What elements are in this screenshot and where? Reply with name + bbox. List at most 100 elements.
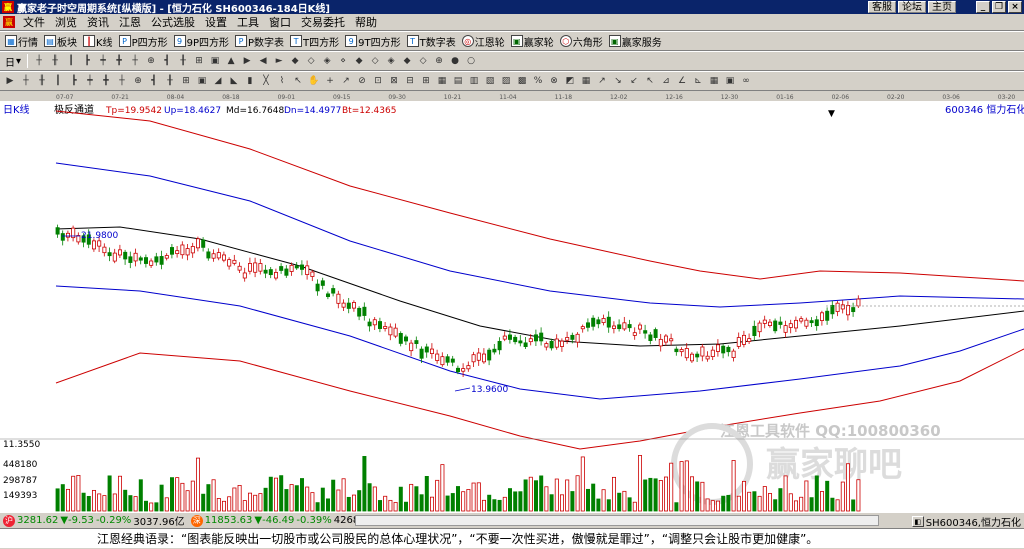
menu-gann[interactable]: 江恩 bbox=[114, 14, 146, 31]
drawing-tool-28-icon[interactable]: ▤ bbox=[451, 74, 465, 88]
drawing-tool-12-icon[interactable]: ▣ bbox=[195, 74, 209, 88]
menu-info[interactable]: 资讯 bbox=[82, 14, 114, 31]
drawing-tool-23-icon[interactable]: ⊡ bbox=[371, 74, 385, 88]
drawing-tool-13-icon[interactable]: ◢ bbox=[211, 74, 225, 88]
drawing-tool-16-icon[interactable]: ╳ bbox=[259, 74, 273, 88]
service-button[interactable]: ▣ 赢家服务 bbox=[606, 32, 665, 50]
period-tool-16-icon[interactable]: ◆ bbox=[288, 54, 302, 68]
drawing-tool-2-icon[interactable]: ╫ bbox=[35, 74, 49, 88]
close-button[interactable]: × bbox=[1008, 1, 1022, 13]
drawing-tool-24-icon[interactable]: ⊠ bbox=[387, 74, 401, 88]
period-select[interactable]: 日 ▾ bbox=[2, 52, 24, 70]
drawing-tool-40-icon[interactable]: ↖ bbox=[643, 74, 657, 88]
menu-tools[interactable]: 工具 bbox=[232, 14, 264, 31]
period-tool-20-icon[interactable]: ◆ bbox=[352, 54, 366, 68]
drawing-tool-8-icon[interactable]: ⊕ bbox=[131, 74, 145, 88]
menu-trade[interactable]: 交易委托 bbox=[296, 14, 350, 31]
shanghai-index[interactable]: 沪 3281.62 ▼-9.53 -0.29% 3037.96亿 bbox=[0, 513, 188, 528]
t-number-button[interactable]: T T数字表 bbox=[404, 32, 459, 50]
period-tool-15-icon[interactable]: ► bbox=[272, 54, 286, 68]
drawing-tool-0-icon[interactable]: ▶ bbox=[3, 74, 17, 88]
drawing-tool-33-icon[interactable]: % bbox=[531, 74, 545, 88]
drawing-tool-32-icon[interactable]: ▩ bbox=[515, 74, 529, 88]
period-tool-23-icon[interactable]: ◆ bbox=[400, 54, 414, 68]
quotes-button[interactable]: ▦ 行情 bbox=[2, 32, 41, 50]
drawing-tool-27-icon[interactable]: ▦ bbox=[435, 74, 449, 88]
period-tool-13-icon[interactable]: ▶ bbox=[240, 54, 254, 68]
drawing-tool-14-icon[interactable]: ◣ bbox=[227, 74, 241, 88]
period-tool-11-icon[interactable]: ▣ bbox=[208, 54, 222, 68]
period-tool-6-icon[interactable]: ┼ bbox=[128, 54, 142, 68]
period-tool-1-icon[interactable]: ╫ bbox=[48, 54, 62, 68]
period-tool-9-icon[interactable]: ╂ bbox=[176, 54, 190, 68]
sector-button[interactable]: ▤ 板块 bbox=[41, 32, 80, 50]
chart-area[interactable]: 07-07 07-21 08-04 08-18 09-01 09-15 09-30 10-21… bbox=[0, 91, 1024, 512]
drawing-tool-21-icon[interactable]: ↗ bbox=[339, 74, 353, 88]
menu-formula[interactable]: 公式选股 bbox=[146, 14, 200, 31]
menu-browse[interactable]: 浏览 bbox=[50, 14, 82, 31]
period-tool-25-icon[interactable]: ⊕ bbox=[432, 54, 446, 68]
drawing-tool-4-icon[interactable]: ┣ bbox=[67, 74, 81, 88]
drawing-tool-42-icon[interactable]: ∠ bbox=[675, 74, 689, 88]
period-tool-21-icon[interactable]: ◇ bbox=[368, 54, 382, 68]
connection-icon[interactable]: ◧ bbox=[911, 516, 924, 527]
period-tool-4-icon[interactable]: ┿ bbox=[96, 54, 110, 68]
gann-wheel-button[interactable]: ◎ 江恩轮 bbox=[459, 32, 508, 50]
drawing-tool-34-icon[interactable]: ⊗ bbox=[547, 74, 561, 88]
period-tool-27-icon[interactable]: ○ bbox=[464, 54, 478, 68]
p-square-button[interactable]: P P四方形 bbox=[116, 32, 171, 50]
customer-service-link[interactable]: 客服 bbox=[868, 1, 896, 13]
menu-file[interactable]: 文件 bbox=[18, 14, 50, 31]
drawing-tool-11-icon[interactable]: ⊞ bbox=[179, 74, 193, 88]
drawing-tool-22-icon[interactable]: ⊘ bbox=[355, 74, 369, 88]
menu-window[interactable]: 窗口 bbox=[264, 14, 296, 31]
drawing-tool-10-icon[interactable]: ╂ bbox=[163, 74, 177, 88]
9t-square-button[interactable]: 9 9T四方形 bbox=[342, 32, 403, 50]
drawing-tool-26-icon[interactable]: ⊞ bbox=[419, 74, 433, 88]
drawing-tool-46-icon[interactable]: ∞ bbox=[739, 74, 753, 88]
drawing-tool-45-icon[interactable]: ▣ bbox=[723, 74, 737, 88]
period-tool-3-icon[interactable]: ┣ bbox=[80, 54, 94, 68]
shenzhen-index[interactable]: 深 11853.63 ▼-46.49 -0.39% 4268.7 bbox=[188, 514, 372, 527]
forum-link[interactable]: 论坛 bbox=[898, 1, 926, 13]
drawing-tool-3-icon[interactable]: ┃ bbox=[51, 74, 65, 88]
period-tool-18-icon[interactable]: ◈ bbox=[320, 54, 334, 68]
kline-chart[interactable]: 07-07 07-21 08-04 08-18 09-01 09-15 09-30 10-21… bbox=[0, 91, 1024, 512]
drawing-tool-37-icon[interactable]: ↗ bbox=[595, 74, 609, 88]
drawing-tool-36-icon[interactable]: ▦ bbox=[579, 74, 593, 88]
period-tool-10-icon[interactable]: ⊞ bbox=[192, 54, 206, 68]
drawing-tool-29-icon[interactable]: ▥ bbox=[467, 74, 481, 88]
menu-settings[interactable]: 设置 bbox=[200, 14, 232, 31]
kline-button[interactable]: ┃ K线 bbox=[80, 32, 116, 50]
period-tool-22-icon[interactable]: ◈ bbox=[384, 54, 398, 68]
drawing-tool-18-icon[interactable]: ↖ bbox=[291, 74, 305, 88]
drawing-tool-19-icon[interactable]: ✋ bbox=[307, 74, 321, 88]
drawing-tool-1-icon[interactable]: ┼ bbox=[19, 74, 33, 88]
drawing-tool-17-icon[interactable]: ⌇ bbox=[275, 74, 289, 88]
period-tool-17-icon[interactable]: ◇ bbox=[304, 54, 318, 68]
drawing-tool-31-icon[interactable]: ▨ bbox=[499, 74, 513, 88]
homepage-link[interactable]: 主页 bbox=[928, 1, 956, 13]
p-number-button[interactable]: P P数字表 bbox=[232, 32, 287, 50]
9p-square-button[interactable]: 9 9P四方形 bbox=[171, 32, 232, 50]
drawing-tool-15-icon[interactable]: ▮ bbox=[243, 74, 257, 88]
t-square-button[interactable]: T T四方形 bbox=[287, 32, 342, 50]
drawing-tool-38-icon[interactable]: ↘ bbox=[611, 74, 625, 88]
period-tool-2-icon[interactable]: ┃ bbox=[64, 54, 78, 68]
drawing-tool-25-icon[interactable]: ⊟ bbox=[403, 74, 417, 88]
drawing-tool-44-icon[interactable]: ▦ bbox=[707, 74, 721, 88]
drawing-tool-7-icon[interactable]: ┼ bbox=[115, 74, 129, 88]
period-tool-7-icon[interactable]: ⊕ bbox=[144, 54, 158, 68]
period-tool-26-icon[interactable]: ● bbox=[448, 54, 462, 68]
winner-wheel-button[interactable]: ▣ 赢家轮 bbox=[508, 32, 557, 50]
restore-button[interactable]: ❐ bbox=[992, 1, 1006, 13]
minimize-button[interactable]: _ bbox=[976, 1, 990, 13]
period-tool-12-icon[interactable]: ▲ bbox=[224, 54, 238, 68]
drawing-tool-39-icon[interactable]: ↙ bbox=[627, 74, 641, 88]
period-tool-5-icon[interactable]: ╋ bbox=[112, 54, 126, 68]
drawing-tool-30-icon[interactable]: ▧ bbox=[483, 74, 497, 88]
drawing-tool-20-icon[interactable]: + bbox=[323, 74, 337, 88]
hexagon-button[interactable]: ⬡ 六角形 bbox=[557, 32, 606, 50]
period-tool-0-icon[interactable]: ┼ bbox=[32, 54, 46, 68]
drawing-tool-9-icon[interactable]: ┫ bbox=[147, 74, 161, 88]
